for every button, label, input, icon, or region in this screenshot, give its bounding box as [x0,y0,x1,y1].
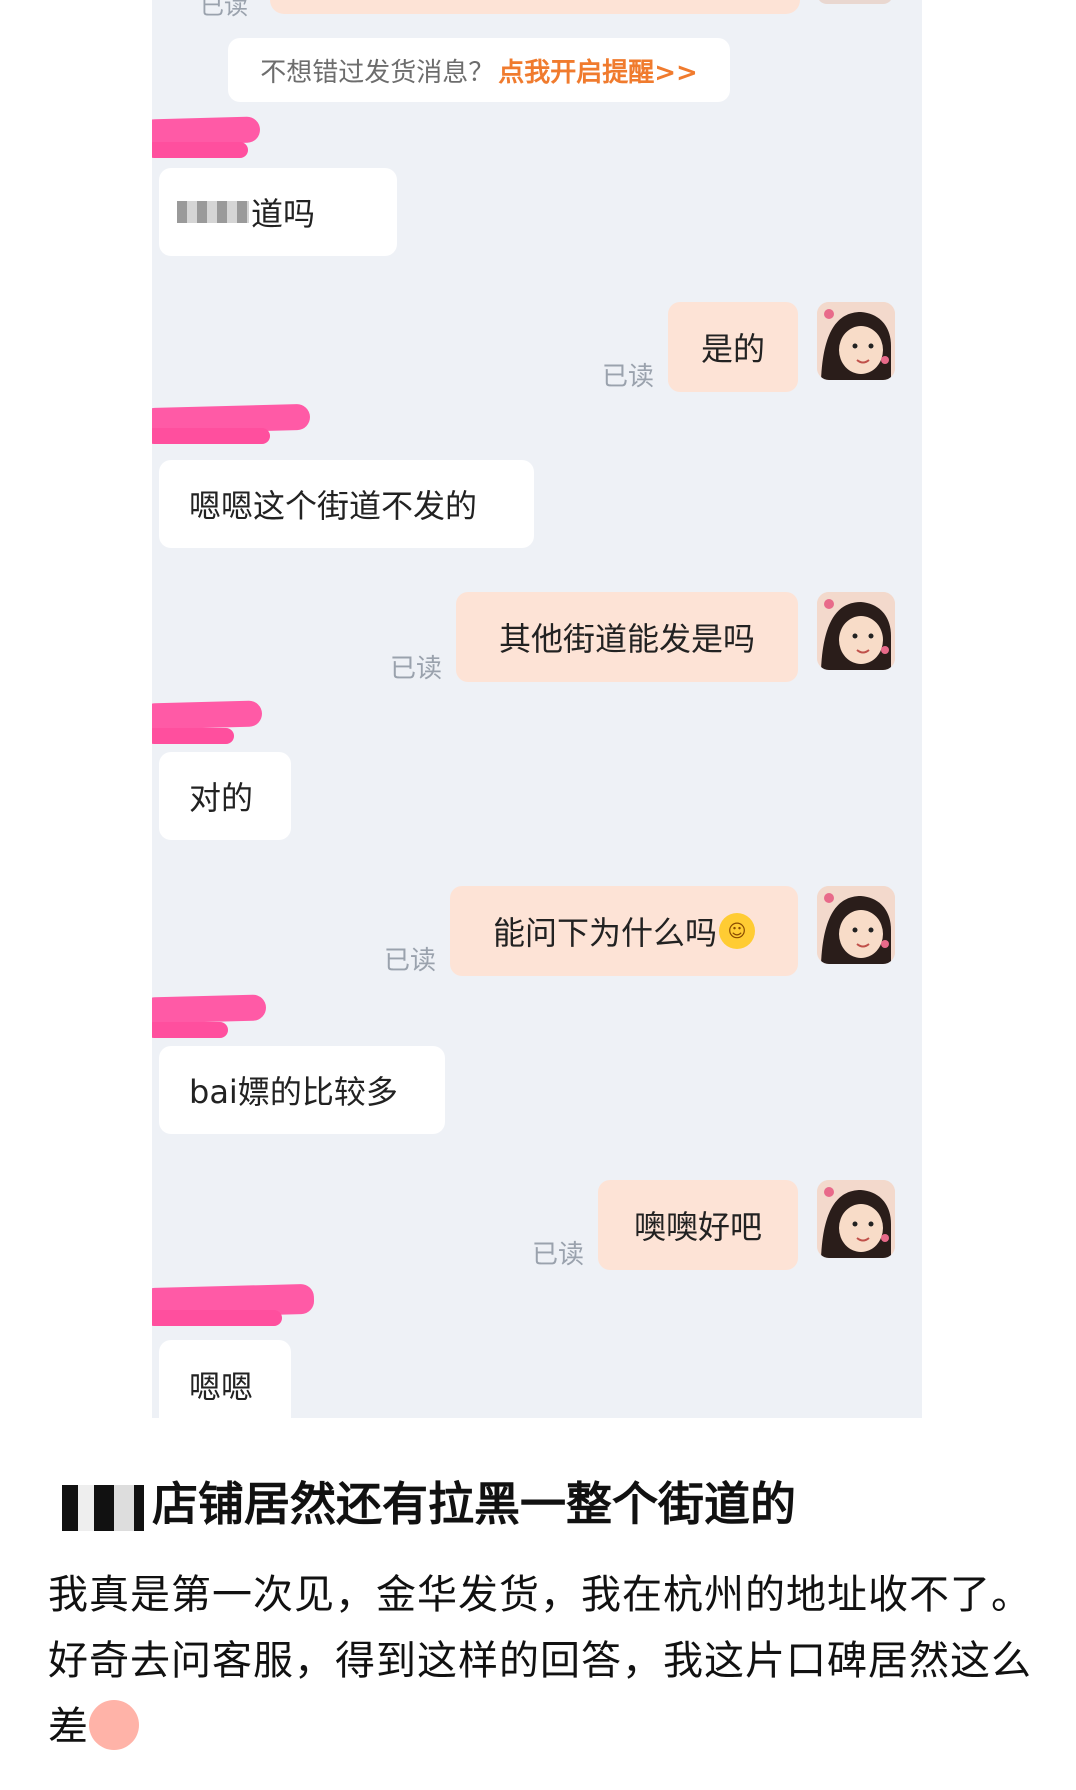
redacted-name-stroke [152,142,248,158]
enable-reminder-link[interactable]: 点我开启提醒>> [498,52,698,89]
received-message: bai嫖的比较多 [159,1046,445,1134]
redacted-name-stroke [152,1022,228,1038]
girl-avatar-icon[interactable] [817,302,895,380]
post-body: 我真是第一次见，金华发货，我在杭州的地址收不了。好奇去问客服，得到这样的回答，我… [48,1562,1038,1760]
redacted-name-stroke [152,1310,282,1326]
message-text: bai嫖的比较多 [189,1073,398,1111]
message-bubble-cut-off [270,0,800,14]
message-text: 噢噢好吧 [633,1208,762,1246]
redacted-name-stroke [152,428,270,444]
blurred-text [177,201,249,223]
read-status: 已读 [200,0,248,20]
notice-text: 不想错过发货消息？ [260,57,495,88]
message-text: 其他街道能发是吗 [498,620,755,658]
received-message: 道吗 [159,168,397,256]
tears-of-joy-emoji-icon: ☺ [719,913,755,949]
message-text: 对的 [189,779,254,817]
message-text: 是的 [700,330,765,368]
avatar-cut-off [817,0,893,4]
received-message: 嗯嗯这个街道不发的 [159,460,534,548]
shipping-notice: 不想错过发货消息？ 点我开启提醒>> [228,38,730,102]
pixelated-store-name [48,1484,152,1531]
sent-message: 其他街道能发是吗 [456,592,798,682]
sent-message: 是的 [668,302,798,392]
post-title: 店铺居然还有拉黑一整个街道的 [48,1468,1048,1534]
read-status: 已读 [390,654,443,684]
redacted-name [152,994,267,1024]
read-status: 已读 [532,1240,585,1270]
message-text: 能问下为什么吗 [492,914,717,952]
sent-message: 能问下为什么吗 ☺ [450,886,798,976]
message-text: 嗯嗯 [189,1368,254,1406]
post-title-text: 店铺居然还有拉黑一整个街道的 [152,1477,796,1531]
read-status: 已读 [602,362,655,392]
read-status: 已读 [384,946,437,976]
crying-face-emoji-icon [89,1700,139,1750]
chat-screenshot: 已读 不想错过发货消息？ 点我开启提醒>> 道吗 已读 是的 嗯嗯这个街道不发的 [152,0,922,1418]
received-message: 对的 [159,752,291,840]
sent-message: 噢噢好吧 [598,1180,798,1270]
girl-avatar-icon[interactable] [817,1180,895,1258]
message-text: 道吗 [251,195,316,233]
redacted-name [152,700,263,730]
redacted-name-stroke [152,728,234,744]
girl-avatar-icon[interactable] [817,592,895,670]
message-text: 嗯嗯这个街道不发的 [189,487,478,525]
girl-avatar-icon[interactable] [817,886,895,964]
post-body-text: 我真是第一次见，金华发货，我在杭州的地址收不了。好奇去问客服，得到这样的回答，我… [48,1572,1032,1750]
received-message: 嗯嗯 [159,1340,291,1418]
